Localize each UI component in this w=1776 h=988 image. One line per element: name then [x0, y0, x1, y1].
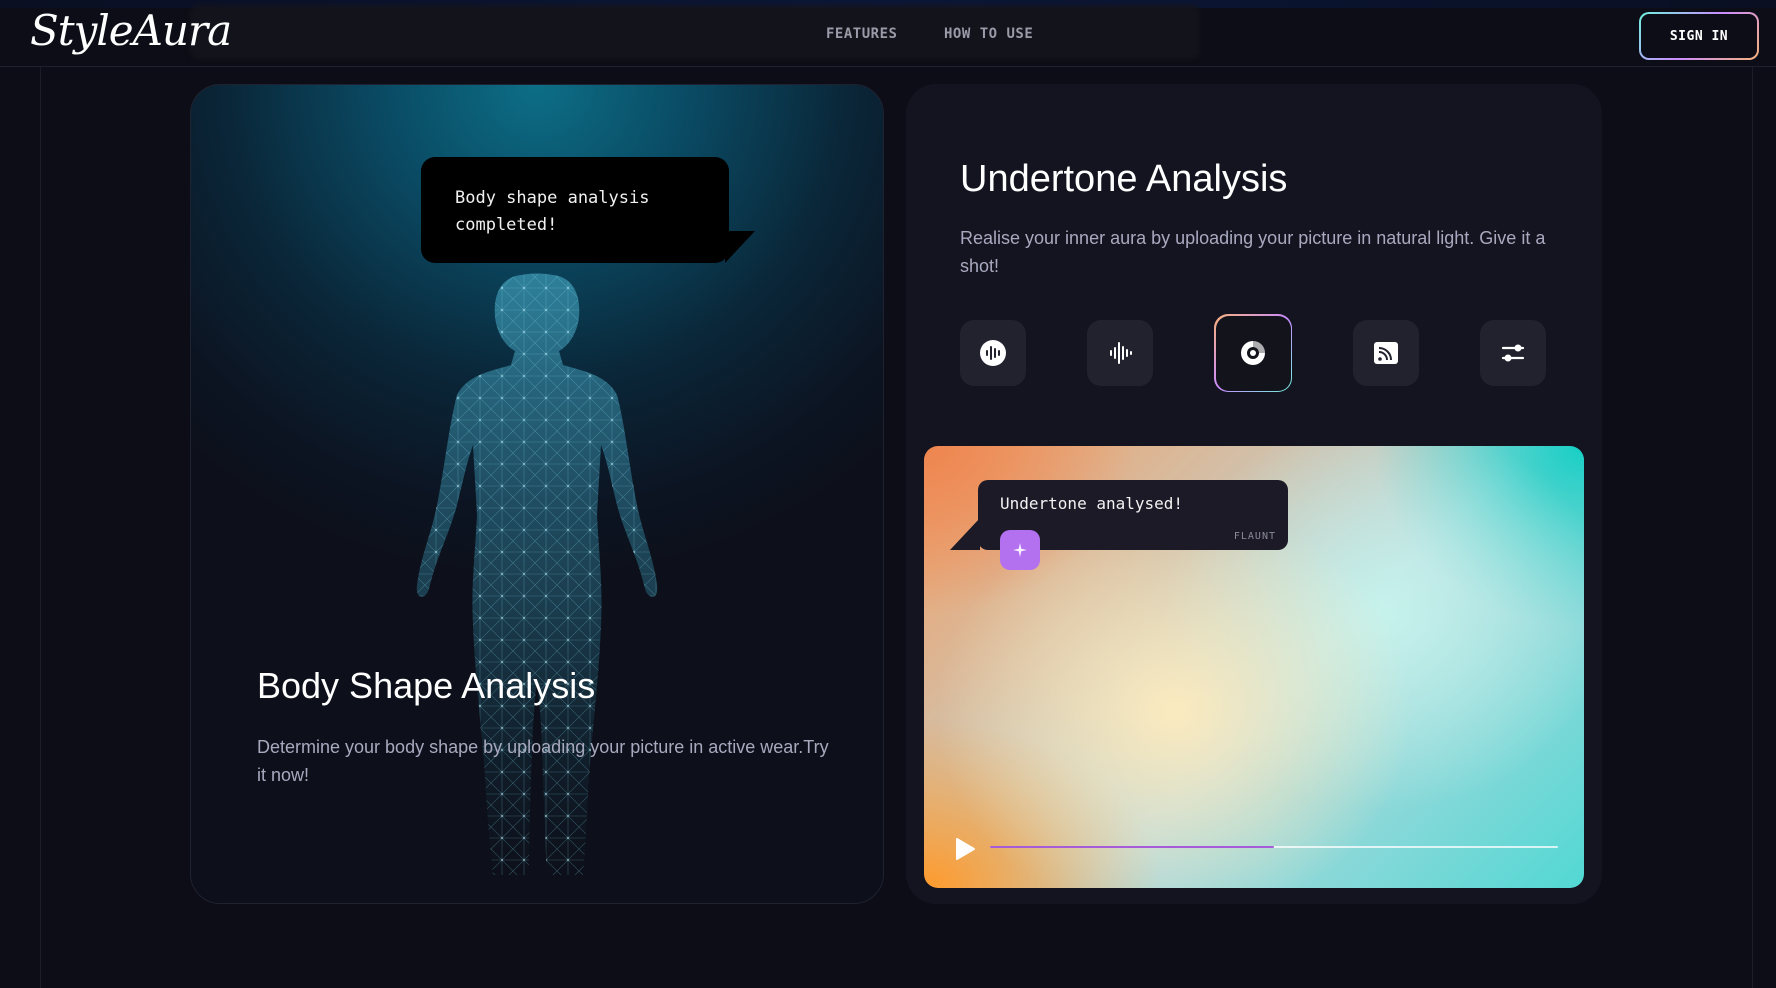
sliders-button[interactable]	[1480, 320, 1546, 386]
play-icon[interactable]	[954, 837, 976, 861]
body-shape-card[interactable]: Body shape analysis completed! Body Shap…	[190, 84, 884, 904]
brand-logo[interactable]: StyleAura	[30, 6, 232, 55]
vinyl-disc-button-inner	[1215, 315, 1291, 391]
left-divider-line	[40, 67, 41, 988]
sign-in-label: SIGN IN	[1641, 14, 1757, 58]
body-shape-title: Body Shape Analysis	[257, 665, 596, 706]
sign-in-button[interactable]: SIGN IN	[1639, 12, 1759, 60]
sparkle-badge	[1000, 530, 1040, 570]
undertone-title: Undertone Analysis	[960, 158, 1288, 200]
cast-button[interactable]	[1353, 320, 1419, 386]
video-progress-fill	[990, 846, 1274, 848]
cast-icon	[1374, 342, 1398, 364]
top-nav: StyleAura FEATURES HOW TO USE SIGN IN	[0, 0, 1776, 67]
bubble-tail	[725, 231, 755, 263]
flaunt-brand-label: FLAUNT	[1233, 531, 1276, 542]
video-progress-track[interactable]	[990, 846, 1558, 848]
undertone-description: Realise your inner aura by uploading you…	[960, 228, 1546, 276]
nav-how-to-use-link[interactable]: HOW TO USE	[944, 26, 1033, 42]
vinyl-disc-button[interactable]	[1214, 314, 1292, 392]
body-shape-status-bubble: Body shape analysis completed!	[421, 157, 729, 263]
audio-wave-circle-button[interactable]	[960, 320, 1026, 386]
audio-bars-icon	[1110, 342, 1132, 364]
sparkle-icon	[1013, 543, 1027, 557]
bubble-line-1: Body shape analysis	[455, 188, 650, 208]
right-divider-line	[1752, 67, 1753, 988]
undertone-video-player[interactable]: Undertone analysed! FLAUNT	[924, 446, 1584, 888]
body-shape-description: Determine your body shape by uploading y…	[257, 737, 829, 785]
audio-wave-circle-icon	[980, 340, 1006, 366]
nav-features-link[interactable]: FEATURES	[826, 26, 897, 42]
undertone-bubble-text: Undertone analysed!	[1000, 494, 1184, 513]
undertone-card: Undertone Analysis Realise your inner au…	[906, 84, 1602, 904]
audio-bars-button[interactable]	[1087, 320, 1153, 386]
bubble-tail	[950, 518, 980, 550]
sliders-icon	[1501, 344, 1525, 362]
vinyl-disc-icon	[1241, 341, 1265, 365]
bubble-line-2: completed!	[455, 215, 558, 235]
